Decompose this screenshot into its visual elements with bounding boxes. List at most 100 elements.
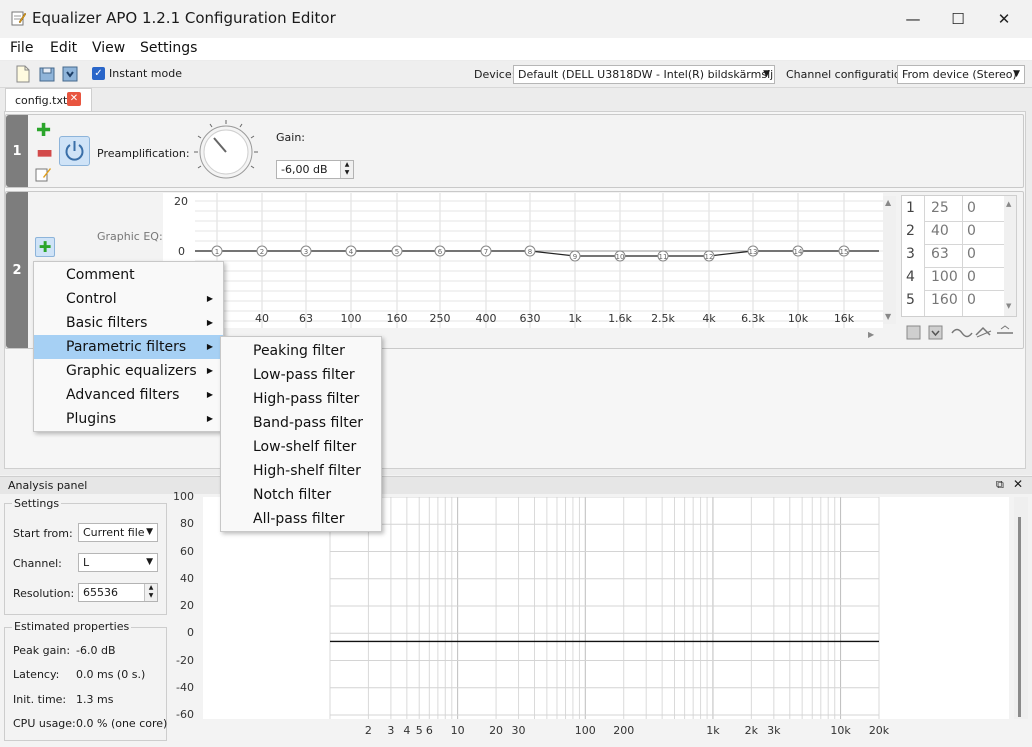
analysis-y-tick: -20 bbox=[176, 653, 194, 667]
context-menu-item[interactable]: Plugins ▶ bbox=[34, 407, 223, 431]
channel-select[interactable]: L ▼ bbox=[78, 553, 158, 572]
preamp-knob[interactable] bbox=[192, 118, 260, 186]
start-from-select[interactable]: Current file ▼ bbox=[78, 523, 158, 542]
table-cell-gain[interactable]: 0 bbox=[967, 223, 976, 239]
table-cell-gain[interactable]: 0 bbox=[967, 246, 976, 262]
close-button[interactable]: ✕ bbox=[981, 0, 1027, 38]
eq-graph-vscrollbar[interactable]: ▲ ▼ bbox=[883, 196, 896, 324]
channel-config-select[interactable]: From device (Stereo) ▼ bbox=[897, 65, 1025, 84]
submenu-item[interactable]: Low-shelf filter bbox=[221, 435, 381, 459]
submenu-item[interactable]: Low-pass filter bbox=[221, 363, 381, 387]
context-menu-item[interactable]: Control ▶ bbox=[34, 287, 223, 311]
table-cell-freq[interactable]: 100 bbox=[931, 269, 958, 285]
scroll-up-icon[interactable]: ▲ bbox=[885, 198, 891, 207]
eq-table-scrollbar[interactable]: ▲ ▼ bbox=[1004, 196, 1016, 316]
analysis-y-tick: 60 bbox=[180, 544, 194, 558]
analysis-x-tick: 1k bbox=[706, 724, 720, 737]
add-filter-icon[interactable]: ✚ bbox=[36, 122, 51, 140]
eq-x-tick: 2.5k bbox=[651, 312, 675, 325]
eq-x-tick: 16k bbox=[833, 312, 855, 325]
minimize-button[interactable]: — bbox=[890, 0, 936, 38]
notepad-app-icon bbox=[11, 11, 26, 26]
row-drag-handle[interactable]: 1 bbox=[6, 115, 28, 187]
menu-bar: File Edit View Settings bbox=[0, 38, 1032, 60]
menu-file[interactable]: File bbox=[10, 40, 33, 56]
context-menu-item[interactable]: Graphic equalizers ▶ bbox=[34, 359, 223, 383]
edit-note-icon[interactable] bbox=[35, 166, 51, 182]
scroll-right-icon[interactable]: ▶ bbox=[868, 330, 874, 339]
window-title: Equalizer APO 1.2.1 Configuration Editor bbox=[32, 9, 336, 27]
spin-arrows-icon[interactable]: ▲ ▼ bbox=[340, 161, 353, 178]
reset-curve-icon bbox=[975, 326, 992, 338]
open-file-icon[interactable] bbox=[38, 65, 56, 83]
close-tab-icon[interactable]: ✕ bbox=[67, 92, 81, 106]
submenu-item[interactable]: Notch filter bbox=[221, 483, 381, 507]
flat-curve-icon bbox=[997, 325, 1013, 334]
eq-response-curve bbox=[195, 250, 879, 257]
add-filter-button[interactable]: ✚ bbox=[35, 237, 55, 257]
submenu-item[interactable]: All-pass filter bbox=[221, 507, 381, 531]
table-cell-gain[interactable]: 0 bbox=[967, 200, 976, 216]
eq-x-tick: 6.3k bbox=[741, 312, 765, 325]
eq-band-number: 11 bbox=[659, 253, 668, 261]
context-menu-item-label: Basic filters bbox=[66, 315, 148, 331]
eq-band-number: 5 bbox=[395, 248, 399, 256]
graphic-eq-graph[interactable]: 1 2 3 4 5 6 7 8 9 10 11 12 13 14 15 bbox=[163, 193, 883, 328]
submenu-item[interactable]: High-pass filter bbox=[221, 387, 381, 411]
submenu-arrow-icon: ▶ bbox=[206, 414, 213, 423]
context-menu-item[interactable]: Advanced filters ▶ bbox=[34, 383, 223, 407]
resolution-spinbox[interactable]: 65536 ▲ ▼ bbox=[78, 583, 158, 602]
power-toggle-button[interactable] bbox=[59, 136, 90, 166]
scroll-up-icon[interactable]: ▲ bbox=[1006, 200, 1011, 208]
submenu-arrow-icon: ▶ bbox=[206, 294, 213, 303]
context-menu-item[interactable]: Parametric filters ▶ bbox=[34, 335, 223, 359]
row-drag-handle[interactable]: 2 bbox=[6, 192, 28, 348]
save-file-icon[interactable] bbox=[61, 65, 79, 83]
table-cell-freq[interactable]: 63 bbox=[931, 246, 949, 262]
gain-label: Gain: bbox=[276, 131, 305, 144]
menu-view[interactable]: View bbox=[92, 40, 125, 56]
eq-band-number: 9 bbox=[573, 253, 577, 261]
table-cell-index: 4 bbox=[906, 269, 915, 285]
tab-config-txt[interactable]: config.txt ✕ bbox=[5, 88, 92, 111]
table-cell-index: 2 bbox=[906, 223, 915, 239]
scroll-down-icon[interactable]: ▼ bbox=[1006, 302, 1011, 310]
table-cell-freq[interactable]: 25 bbox=[931, 200, 949, 216]
eq-x-tick: 160 bbox=[386, 312, 408, 325]
eq-table-toolbar bbox=[906, 325, 1013, 340]
table-cell-gain[interactable]: 0 bbox=[967, 292, 976, 308]
gain-spinbox[interactable]: -6,00 dB ▲ ▼ bbox=[276, 160, 354, 179]
peak-gain-value: -6.0 dB bbox=[76, 644, 116, 657]
eq-x-tick: 250 bbox=[429, 312, 451, 325]
context-menu-item[interactable]: Basic filters ▶ bbox=[34, 311, 223, 335]
analysis-y-tick: -60 bbox=[176, 708, 194, 721]
submenu-arrow-icon: ▶ bbox=[206, 342, 213, 351]
menu-settings[interactable]: Settings bbox=[140, 40, 197, 56]
context-menu-item-label: Parametric filters bbox=[66, 339, 187, 355]
table-cell-freq[interactable]: 40 bbox=[931, 223, 949, 239]
analysis-vscrollbar[interactable] bbox=[1014, 497, 1028, 719]
graphic-eq-plot[interactable]: 1 2 3 4 5 6 7 89 10 11 1213 14 15 bbox=[163, 193, 883, 328]
close-panel-icon[interactable]: ✕ bbox=[1013, 477, 1023, 491]
remove-filter-icon[interactable]: ▬ bbox=[36, 144, 53, 162]
scroll-down-icon[interactable]: ▼ bbox=[885, 312, 891, 321]
analysis-x-tick: 20k bbox=[868, 724, 890, 737]
device-select[interactable]: Default (DELL U3818DW - Intel(R) bildskä… bbox=[513, 65, 775, 84]
spin-arrows-icon[interactable]: ▲ ▼ bbox=[144, 584, 157, 601]
submenu-item[interactable]: Band-pass filter bbox=[221, 411, 381, 435]
undock-icon[interactable]: ⧉ bbox=[996, 478, 1004, 492]
instant-mode-checkbox[interactable]: ✓ bbox=[92, 67, 105, 80]
new-file-icon[interactable] bbox=[14, 65, 32, 83]
menu-edit[interactable]: Edit bbox=[50, 40, 77, 56]
context-menu-item[interactable]: Comment bbox=[34, 263, 223, 287]
table-cell-gain[interactable]: 0 bbox=[967, 269, 976, 285]
maximize-button[interactable]: ☐ bbox=[935, 0, 981, 38]
table-cell-index: 1 bbox=[906, 200, 915, 216]
eq-band-number: 15 bbox=[840, 248, 849, 256]
submenu-item[interactable]: High-shelf filter bbox=[221, 459, 381, 483]
eq-band-number: 6 bbox=[438, 248, 443, 256]
scrollbar-thumb[interactable] bbox=[1018, 517, 1021, 717]
submenu-item[interactable]: Peaking filter bbox=[221, 339, 381, 363]
table-cell-freq[interactable]: 160 bbox=[931, 292, 958, 308]
graphic-eq-table[interactable]: 1 25 0 2 40 0 3 63 0 4 100 0 5 160 0 ▲ ▼ bbox=[901, 195, 1017, 317]
